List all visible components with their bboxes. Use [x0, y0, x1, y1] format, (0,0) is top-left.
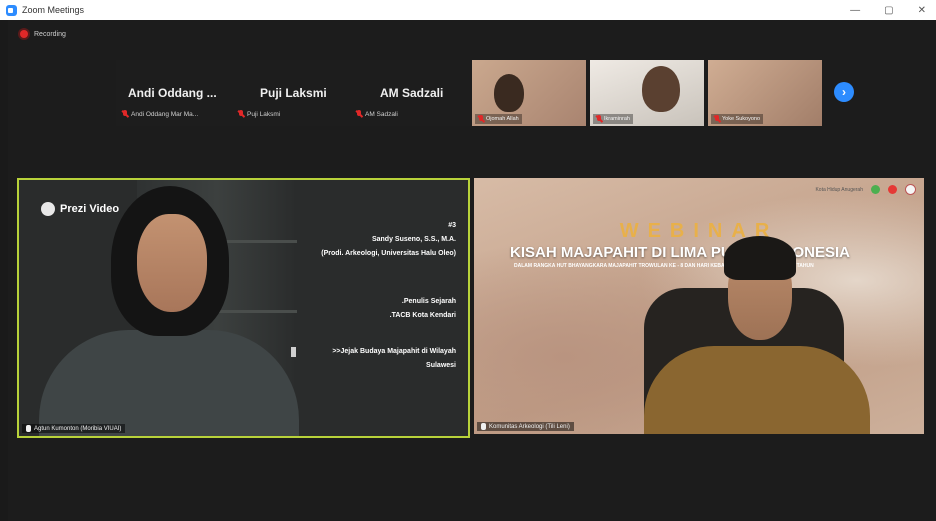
participant-label: Andi Oddang Mar Ma... — [122, 110, 198, 118]
logo-icon — [871, 185, 880, 194]
host-hair — [724, 236, 796, 280]
maximize-button[interactable]: ▢ — [884, 5, 893, 16]
next-page-button[interactable]: › — [834, 82, 854, 102]
window-controls: — ▢ ✕ — [850, 0, 926, 20]
chevron-right-icon: › — [842, 85, 846, 99]
overlay-line: Sulawesi — [426, 362, 456, 369]
recording-indicator[interactable]: Recording — [20, 30, 66, 38]
participant-name: Andi Oddang ... — [128, 86, 217, 100]
overlay-line: #3 — [448, 222, 456, 229]
overlay-accent-bar — [291, 347, 296, 357]
zoom-app-icon — [6, 4, 17, 16]
participant-name: Puji Laksmi — [260, 86, 327, 100]
mic-muted-icon — [122, 110, 128, 118]
video-name-label: Komunitas Arkeologi (Tili Leni) — [477, 422, 574, 431]
overlay-line: >>Jejak Budaya Majapahit di Wilayah — [332, 348, 456, 355]
webinar-title: WEBINAR — [619, 220, 779, 242]
minimize-button[interactable]: — — [850, 5, 860, 16]
participant-name: AM Sadzali — [380, 86, 444, 100]
mic-muted-icon — [478, 115, 484, 123]
speaker-body — [39, 330, 299, 436]
recording-label: Recording — [34, 30, 66, 38]
logo-icon — [905, 184, 916, 195]
participant-video-tile[interactable]: Ojomah Allah — [472, 60, 586, 126]
close-button[interactable]: ✕ — [918, 5, 926, 16]
tile-label: Ikraminrah — [593, 114, 633, 124]
participant-label: Puji Laksmi — [238, 110, 280, 118]
prezi-icon — [41, 202, 55, 216]
participant-head — [642, 66, 680, 112]
logo-icon — [888, 185, 897, 194]
video-name-label: Agtun Kumonton (Moribia VIUAI) — [22, 424, 126, 433]
mic-muted-icon — [238, 110, 244, 118]
mic-muted-icon — [356, 110, 362, 118]
overlay-line: .Penulis Sejarah — [401, 298, 456, 305]
recording-icon — [20, 30, 28, 38]
speaker-face — [137, 214, 207, 312]
tile-label: Yoke Sukoyono — [711, 114, 764, 124]
window-title: Zoom Meetings — [22, 5, 85, 15]
participant-video-tile[interactable]: Ikraminrah — [590, 60, 704, 126]
mic-muted-icon — [596, 115, 602, 123]
meeting-area: Recording Andi Oddang ... Puji Laksmi AM… — [8, 20, 936, 521]
title-bar: Zoom Meetings — ▢ ✕ — [0, 0, 936, 20]
active-speaker-video[interactable]: Prezi Video #3 Sandy Suseno, S.S., M.A. … — [17, 178, 470, 438]
overlay-line: (Prodi. Arkeologi, Universitas Halu Oleo… — [321, 250, 456, 257]
mic-muted-icon — [714, 115, 720, 123]
host-body — [644, 346, 870, 434]
participant-head — [494, 74, 524, 112]
webinar-headline: KISAH MAJAPAHIT DI LIMA PULAU INDONESIA — [510, 244, 851, 261]
overlay-line: .TACB Kota Kendari — [389, 312, 456, 319]
mic-icon — [26, 425, 31, 432]
tile-label: Ojomah Allah — [475, 114, 522, 124]
overlay-line: Sandy Suseno, S.S., M.A. — [371, 236, 456, 243]
sponsor-logos: Kota Hidup Anugerah — [815, 184, 916, 195]
participant-video-tile[interactable]: Yoke Sukoyono — [708, 60, 822, 126]
host-video[interactable]: Kota Hidup Anugerah WEBINAR KISAH MAJAPA… — [474, 178, 924, 434]
participant-label: AM Sadzali — [356, 110, 398, 118]
prezi-video-logo: Prezi Video — [41, 202, 119, 216]
mic-icon — [481, 423, 486, 430]
